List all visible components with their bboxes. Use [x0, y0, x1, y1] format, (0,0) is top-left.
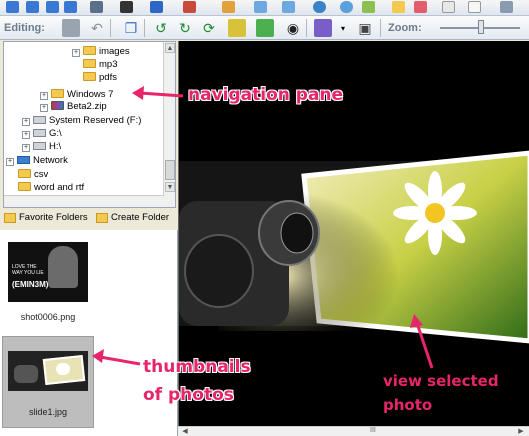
star-folder-icon: [4, 212, 16, 223]
tree-item[interactable]: mp3: [83, 58, 117, 71]
drive-icon: [33, 116, 46, 124]
tree-item[interactable]: word and rtf: [18, 181, 84, 194]
editing-toolbar: Editing: ↶ ❐ ↺ ↻ ⟳ ◉ ▾ ▣ Zoom:: [0, 16, 529, 40]
new-folder-icon: [96, 212, 108, 223]
settings-icon[interactable]: [500, 1, 513, 13]
export-icon[interactable]: [414, 1, 427, 13]
create-folder-button[interactable]: Create Folder: [96, 212, 169, 223]
folder-icon: [83, 46, 96, 55]
up-icon[interactable]: [46, 1, 59, 13]
tree-item[interactable]: + System Reserved (F:): [22, 114, 141, 127]
thumbnail-image: LOVE THE WAY YOU LIE (EMIN3M): [8, 242, 88, 302]
expand-icon[interactable]: +: [40, 104, 48, 112]
copy-edit-icon[interactable]: ❐: [122, 19, 140, 37]
thumbnail-item-selected[interactable]: slide1.jpg: [2, 336, 94, 428]
thumbnail-text: (EMIN3M): [12, 280, 49, 289]
forward-icon[interactable]: [26, 1, 39, 13]
tree-vertical-scrollbar[interactable]: ▲ ▼: [163, 42, 175, 207]
refresh-icon[interactable]: ⟳: [200, 19, 218, 37]
zip-icon: [51, 101, 64, 110]
folder-buttons-bar: Favorite Folders Create Folder: [0, 208, 178, 230]
navigation-pane-annotation: navigation pane: [188, 85, 344, 105]
paint-icon[interactable]: [254, 1, 267, 13]
resize-icon[interactable]: [228, 19, 246, 37]
expand-icon[interactable]: +: [72, 49, 80, 57]
tree-item[interactable]: csv: [18, 168, 48, 181]
undo-icon[interactable]: ↶: [88, 19, 106, 37]
expand-icon[interactable]: +: [22, 118, 30, 126]
favorite-folders-button[interactable]: Favorite Folders: [4, 212, 88, 223]
navigation-pane[interactable]: + images mp3 pdfs + Windows 7 + Beta2.zip +…: [3, 41, 176, 208]
view-annotation-line1: view selected: [383, 372, 499, 390]
share-icon[interactable]: [362, 1, 375, 13]
drive-icon: [33, 142, 46, 150]
expand-icon[interactable]: +: [6, 158, 14, 166]
scroll-right-icon[interactable]: ▶: [516, 427, 526, 436]
email-icon[interactable]: [442, 1, 455, 13]
folder-icon: [83, 72, 96, 81]
clock-icon[interactable]: [313, 1, 326, 13]
red-eye-icon[interactable]: ◉: [284, 19, 302, 37]
globe-icon[interactable]: [340, 1, 353, 13]
copy-icon[interactable]: [468, 1, 481, 13]
rotate-right-icon[interactable]: ↻: [176, 19, 194, 37]
folder-icon[interactable]: [392, 1, 405, 13]
crop-icon[interactable]: [62, 19, 80, 37]
camera-icon[interactable]: ▣: [356, 19, 374, 37]
folder-icon: [83, 59, 96, 68]
thumbnail-caption: slide1.jpg: [28, 407, 68, 417]
thumbnail-text: WAY YOU LIE: [12, 270, 44, 276]
tree-item[interactable]: + G:\: [22, 127, 62, 140]
home-icon[interactable]: [64, 1, 77, 13]
scroll-left-icon[interactable]: ◀: [180, 427, 190, 436]
landscape-icon[interactable]: [256, 19, 274, 37]
tree-item[interactable]: + images: [72, 45, 130, 58]
thumbnails-annotation-line1: thumbnails: [143, 357, 251, 377]
tree-item[interactable]: pdfs: [83, 71, 117, 84]
folder-icon: [18, 182, 31, 191]
tree-item[interactable]: + Beta2.zip: [40, 100, 107, 113]
scroll-thumb[interactable]: [165, 160, 175, 180]
viewer-horizontal-scrollbar[interactable]: ◀ III ▶: [178, 426, 529, 436]
compare-icon[interactable]: [282, 1, 295, 13]
scroll-grip[interactable]: III: [370, 427, 376, 434]
color-adjust-icon[interactable]: [314, 19, 332, 37]
tree-item[interactable]: + Network: [6, 154, 68, 167]
drive-icon: [33, 129, 46, 137]
tools-icon[interactable]: [90, 1, 103, 13]
thumbnails-pane[interactable]: LOVE THE WAY YOU LIE (EMIN3M) shot0006.p…: [0, 230, 178, 436]
view-annotation-line2: photo: [383, 396, 433, 414]
expand-icon[interactable]: +: [40, 92, 48, 100]
tree-item[interactable]: + H:\: [22, 140, 61, 153]
editing-label: Editing:: [4, 22, 45, 34]
scroll-down-icon[interactable]: ▼: [165, 182, 175, 192]
thumbs-view-icon[interactable]: [150, 1, 163, 13]
sort-icon[interactable]: [183, 1, 196, 13]
rotate-left-icon[interactable]: ↺: [152, 19, 170, 37]
scroll-up-icon[interactable]: ▲: [165, 43, 175, 53]
back-icon[interactable]: [6, 1, 19, 13]
zoom-slider-thumb[interactable]: [478, 20, 484, 34]
tree-horizontal-scrollbar[interactable]: [4, 195, 164, 207]
expand-icon[interactable]: +: [22, 131, 30, 139]
thumbnail-caption: shot0006.png: [20, 312, 76, 322]
folder-icon: [18, 169, 31, 178]
dropdown-arrow-icon[interactable]: ▾: [334, 19, 352, 37]
expand-icon[interactable]: +: [22, 144, 30, 152]
thumbnail-image: [8, 351, 88, 391]
zoom-label: Zoom:: [388, 22, 422, 34]
edit-icon[interactable]: [222, 1, 235, 13]
thumbnails-annotation-line2: of photos: [143, 385, 234, 405]
folder-icon: [51, 89, 64, 98]
top-toolbar: [0, 0, 529, 16]
network-icon: [17, 156, 30, 164]
slideshow-icon[interactable]: [120, 1, 133, 13]
thumbnail-item[interactable]: LOVE THE WAY YOU LIE (EMIN3M) shot0006.p…: [2, 234, 94, 326]
